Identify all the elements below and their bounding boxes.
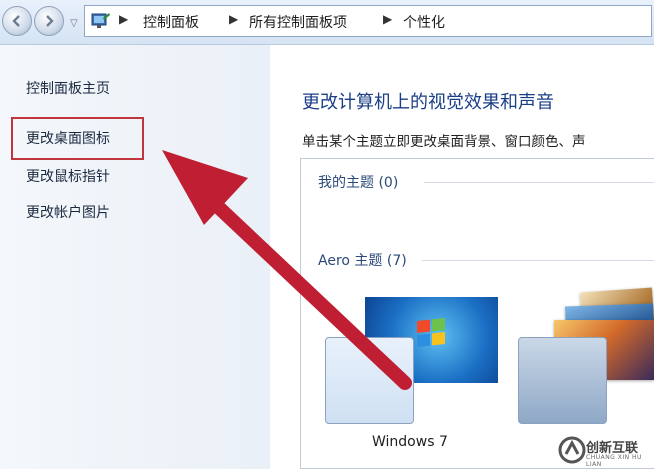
watermark-logo-icon: [558, 436, 586, 464]
annotation-arrow: [162, 150, 412, 390]
watermark-subtitle: CHUANG XIN HU LIAN: [586, 454, 642, 468]
